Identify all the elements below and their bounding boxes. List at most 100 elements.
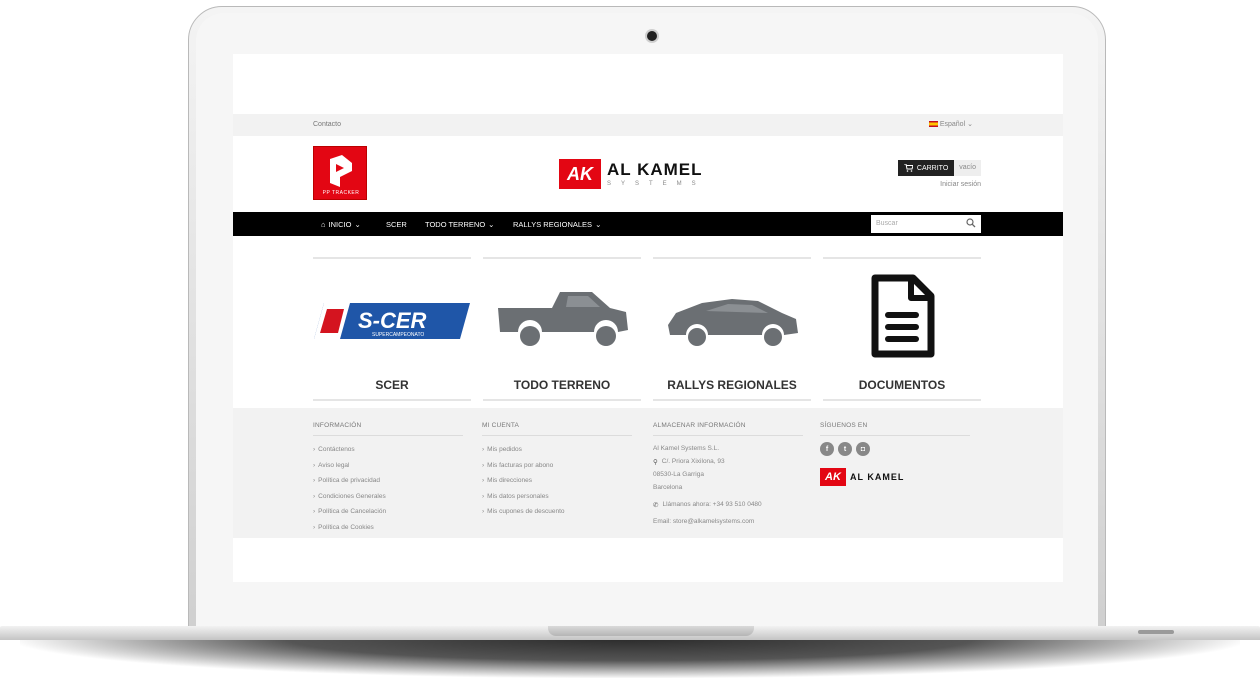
email-line[interactable]: Email: store@alkamelsystems.com	[653, 515, 803, 528]
cart-label: CARRITO	[916, 164, 949, 172]
footer-link-text: Mis cupones de descuento	[487, 508, 565, 516]
footer-link[interactable]: › Mis facturas por abono	[482, 458, 632, 474]
signin-link[interactable]: Iniciar sesión	[940, 181, 981, 188]
footer-link[interactable]: › Contáctenos	[313, 442, 463, 458]
spain-flag-icon	[928, 121, 938, 127]
chevron-right-icon: ›	[482, 492, 485, 500]
scer-badge-subtext: SUPERCAMPEONATO	[372, 332, 424, 338]
company-name: Al Kamel Systems S.L.	[653, 445, 720, 452]
language-label: Español	[939, 120, 966, 128]
nav-label: RALLYS REGIONALES	[513, 220, 593, 229]
brand-subtitle: SYSTEMS	[607, 181, 706, 187]
chevron-right-icon: ›	[482, 477, 485, 485]
footer-link[interactable]: › Aviso legal	[313, 458, 463, 474]
phone-icon: ✆	[653, 501, 659, 509]
nav-item-rallys-regionales[interactable]: RALLYS REGIONALES ⌄	[513, 220, 601, 229]
footer-link[interactable]: › Condiciones Generales	[313, 489, 463, 505]
footer-heading: INFORMACIÓN	[313, 422, 463, 436]
website-screen: Contacto Español ⌄ PP TRACKER AK AL KAME…	[233, 54, 1063, 582]
nav-label: INICIO	[328, 220, 352, 229]
laptop-mockup: Contacto Español ⌄ PP TRACKER AK AL KAME…	[0, 0, 1260, 680]
footer-link[interactable]: › Política de Cancelación	[313, 504, 463, 520]
footer-link[interactable]: › Mis direcciones	[482, 473, 632, 489]
scer-badge-image: S-CER SUPERCAMPEONATO	[313, 271, 471, 371]
chevron-right-icon: ›	[482, 508, 485, 516]
chevron-right-icon: ›	[313, 461, 316, 469]
footer-account-column: MI CUENTA › Mis pedidos › Mis facturas por…	[482, 422, 632, 520]
offroad-truck-icon	[483, 271, 641, 371]
chevron-right-icon: ›	[482, 446, 485, 454]
map-pin-icon: ⚲	[653, 458, 658, 466]
site-footer: INFORMACIÓN › Contáctenos › Aviso legal › P…	[233, 408, 1063, 538]
cart-widget[interactable]: CARRITO vacío	[897, 160, 981, 176]
footer-heading: MI CUENTA	[482, 422, 632, 436]
search-input[interactable]: Buscar	[871, 215, 981, 233]
footer-link-text: Mis direcciones	[487, 477, 532, 485]
nav-label: SCER	[386, 220, 407, 229]
language-selector[interactable]: Español ⌄	[928, 120, 973, 128]
address-line: 08530-La Garriga	[653, 471, 704, 478]
nav-item-inicio[interactable]: ⌂ INICIO ⌄	[321, 220, 361, 229]
contact-link[interactable]: Contacto	[313, 121, 341, 128]
laptop-port	[1138, 630, 1174, 634]
nav-label: TODO TERRENO	[425, 220, 486, 229]
laptop-hinge-notch	[548, 626, 754, 636]
cart-status: vacío	[954, 160, 981, 176]
footer-link[interactable]: › Política de Cookies	[313, 520, 463, 536]
footer-link[interactable]: › Política de privacidad	[313, 473, 463, 489]
top-bar: Contacto Español ⌄	[233, 114, 1063, 136]
nav-item-todo-terreno[interactable]: TODO TERRENO ⌄	[425, 220, 494, 229]
footer-link-text: Política de Cancelación	[318, 508, 387, 516]
footer-link-text: Política de privacidad	[318, 477, 380, 485]
search-icon[interactable]	[966, 218, 976, 228]
home-icon: ⌂	[321, 220, 326, 229]
chevron-right-icon: ›	[482, 461, 485, 469]
footer-al-kamel-logo[interactable]: AK AL KAMEL	[820, 468, 970, 486]
footer-link-text: Condiciones Generales	[318, 492, 386, 500]
tile-documentos[interactable]: DOCUMENTOS	[823, 257, 981, 401]
tile-label: DOCUMENTOS	[858, 378, 946, 392]
footer-link[interactable]: › Mis pedidos	[482, 442, 632, 458]
tile-scer[interactable]: S-CER SUPERCAMPEONATO SCER	[313, 257, 471, 401]
pp-tracker-logo[interactable]: PP TRACKER	[313, 146, 367, 200]
main-nav: ⌂ INICIO ⌄ SCER TODO TERRENO ⌄ RALLYS RE…	[233, 212, 1063, 236]
webcam	[647, 31, 657, 41]
tile-label: RALLYS REGIONALES	[667, 378, 797, 392]
footer-link-text: Mis facturas por abono	[487, 461, 554, 469]
brand-name: AL KAMEL	[607, 160, 703, 179]
social-icons: f t ◘	[820, 442, 970, 456]
chevron-down-icon: ⌄	[967, 121, 973, 128]
facebook-icon[interactable]: f	[820, 442, 834, 456]
rally-car-icon	[653, 271, 811, 371]
footer-link[interactable]: › Mis cupones de descuento	[482, 504, 632, 520]
tile-label: SCER	[375, 378, 409, 392]
chevron-right-icon: ›	[313, 523, 316, 531]
scer-badge-text: S-CER	[358, 308, 427, 333]
chevron-down-icon: ⌄	[488, 220, 495, 229]
tile-todo-terreno[interactable]: TODO TERRENO	[483, 257, 641, 401]
al-kamel-logo[interactable]: AK AL KAMEL SYSTEMS	[559, 157, 706, 191]
tile-rallys-regionales[interactable]: RALLYS REGIONALES	[653, 257, 811, 401]
footer-heading: SÍGUENOS EN	[820, 422, 970, 436]
instagram-icon[interactable]: ◘	[856, 442, 870, 456]
document-icon	[823, 267, 981, 367]
laptop-shadow	[20, 638, 1240, 678]
phone-text: Llámanos ahora: +34 93 510 0480	[662, 501, 762, 508]
nav-item-scer[interactable]: SCER	[386, 220, 407, 229]
chevron-right-icon: ›	[313, 477, 316, 485]
footer-social-column: SÍGUENOS EN f t ◘ AK AL KAMEL	[820, 422, 970, 486]
footer-store-column: ALMACENAR INFORMACIÓN Al Kamel Systems S…	[653, 422, 803, 528]
footer-heading: ALMACENAR INFORMACIÓN	[653, 422, 803, 436]
footer-link-text: Mis datos personales	[487, 492, 549, 500]
tile-label: TODO TERRENO	[513, 378, 611, 392]
brand-name: AL KAMEL	[850, 472, 905, 482]
phone-line: ✆ Llámanos ahora: +34 93 510 0480	[653, 498, 803, 511]
footer-link[interactable]: › Mis datos personales	[482, 489, 632, 505]
pp-tracker-text: PP TRACKER	[322, 190, 360, 196]
address-line: Barcelona	[653, 484, 683, 491]
chevron-right-icon: ›	[313, 446, 316, 454]
search-placeholder: Buscar	[876, 220, 898, 227]
cart-button[interactable]: CARRITO	[897, 160, 955, 176]
twitter-icon[interactable]: t	[838, 442, 852, 456]
chevron-down-icon: ⌄	[354, 220, 361, 229]
